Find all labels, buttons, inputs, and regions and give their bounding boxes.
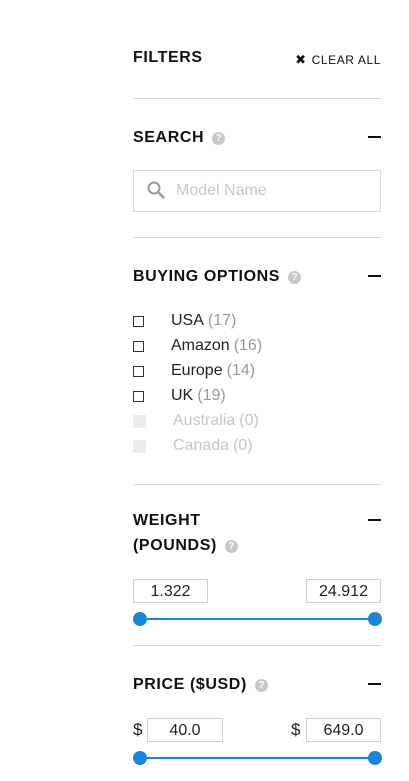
weight-section-header[interactable]: WEIGHT (POUNDS)? [133, 508, 381, 558]
price-slider-track[interactable] [140, 757, 375, 759]
weight-min-input[interactable]: 1.322 [133, 579, 208, 603]
checkbox-disabled [133, 414, 146, 428]
option-count: (0) [239, 412, 259, 429]
price-section-title: PRICE ($USD) [133, 676, 247, 693]
option-australia: Australia (0) [133, 411, 259, 431]
filters-title: FILTERS [133, 49, 203, 66]
option-count: (17) [207, 312, 237, 329]
help-icon[interactable]: ? [288, 271, 302, 284]
price-min-input[interactable]: 40.0 [147, 718, 223, 742]
weight-slider-track[interactable] [140, 618, 375, 620]
divider [133, 98, 381, 99]
price-max-input[interactable]: 649.0 [306, 718, 381, 742]
checkbox[interactable] [133, 365, 144, 377]
option-count: (14) [226, 362, 256, 379]
option-label: Amazon [171, 337, 230, 354]
collapse-search-icon[interactable] [368, 136, 381, 138]
clear-all-button[interactable]: ✖ CLEAR ALL [295, 53, 381, 67]
checkbox[interactable] [133, 340, 144, 352]
weight-title-line1: WEIGHT [133, 512, 201, 529]
search-icon [147, 181, 165, 199]
price-min-currency: $ [133, 720, 143, 739]
collapse-buying-options-icon[interactable] [368, 275, 381, 277]
price-slider-min-handle[interactable] [133, 751, 147, 765]
option-label: USA [171, 312, 204, 329]
checkbox[interactable] [133, 390, 144, 402]
weight-title-line2: (POUNDS) [133, 537, 217, 554]
search-field[interactable] [133, 170, 381, 212]
clear-all-label: CLEAR ALL [311, 53, 381, 67]
checkbox[interactable] [133, 315, 144, 327]
option-label: Europe [171, 362, 223, 379]
option-count: (16) [233, 337, 263, 354]
option-europe[interactable]: Europe (14) [133, 361, 255, 381]
help-icon[interactable]: ? [224, 540, 238, 553]
divider [133, 484, 381, 485]
help-icon[interactable]: ? [212, 132, 226, 145]
buying-options-section-header[interactable]: BUYING OPTIONS? [133, 264, 381, 289]
option-label: Australia [173, 412, 236, 429]
collapse-price-icon[interactable] [368, 683, 381, 685]
weight-max-input[interactable]: 24.912 [306, 579, 381, 603]
weight-slider-max-handle[interactable] [368, 612, 382, 626]
option-usa[interactable]: USA (17) [133, 311, 236, 331]
collapse-weight-icon[interactable] [368, 519, 381, 521]
close-icon: ✖ [295, 52, 307, 67]
search-input[interactable] [176, 179, 371, 203]
price-section-header[interactable]: PRICE ($USD)? [133, 672, 381, 697]
option-canada: Canada (0) [133, 436, 253, 456]
option-label: UK [171, 387, 194, 404]
weight-slider-min-handle[interactable] [133, 612, 147, 626]
option-count: (19) [197, 387, 226, 404]
help-icon[interactable]: ? [254, 679, 268, 692]
checkbox-disabled [133, 439, 146, 453]
filters-panel: FILTERS ✖ CLEAR ALL SEARCH? BUYING OPTIO… [133, 0, 382, 781]
option-label: Canada [173, 437, 230, 454]
option-uk[interactable]: UK (19) [133, 386, 226, 406]
divider [133, 645, 381, 646]
search-section-title: SEARCH [133, 129, 205, 146]
option-amazon[interactable]: Amazon (16) [133, 336, 262, 356]
search-section-header[interactable]: SEARCH? [133, 125, 381, 150]
price-slider-max-handle[interactable] [368, 751, 382, 765]
option-count: (0) [233, 437, 253, 454]
divider [133, 237, 381, 238]
filters-header: FILTERS ✖ CLEAR ALL [133, 49, 381, 73]
buying-options-title: BUYING OPTIONS [133, 268, 281, 285]
price-max-currency: $ [291, 720, 301, 739]
